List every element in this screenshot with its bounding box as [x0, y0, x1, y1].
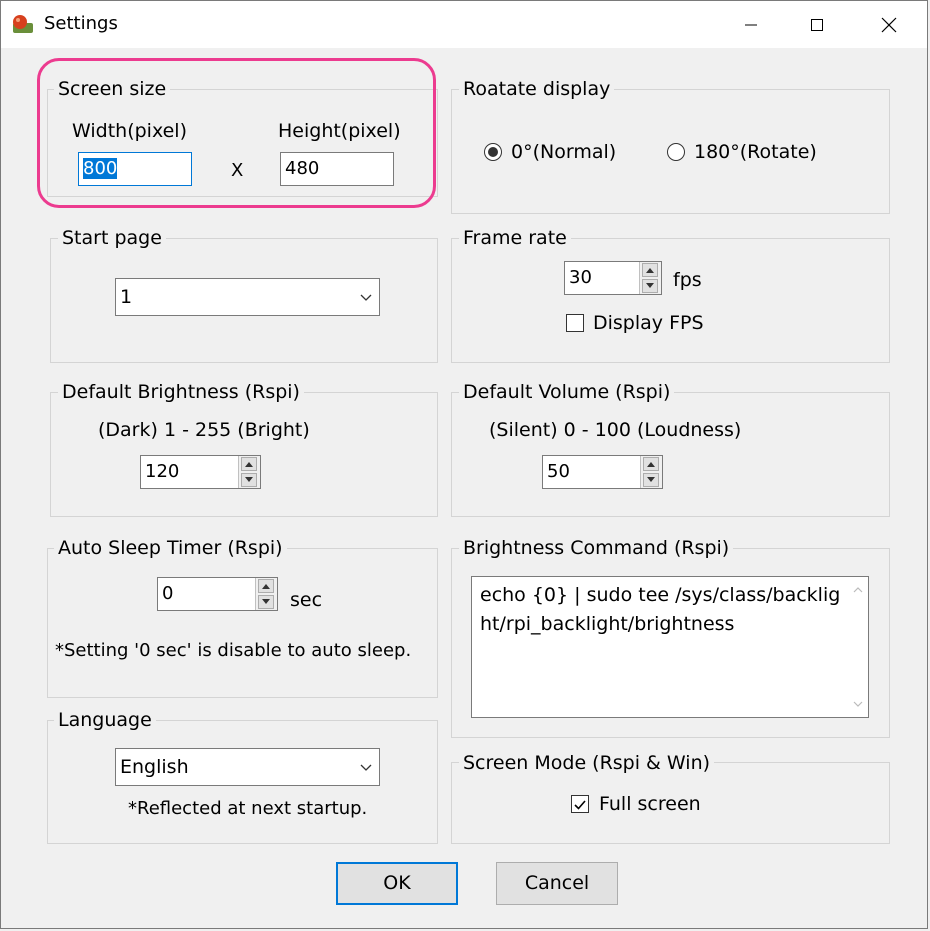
- ok-button[interactable]: OK: [336, 862, 458, 905]
- frame-rate-down-button[interactable]: [642, 278, 658, 293]
- highlight-annotation: [37, 58, 436, 208]
- brightness-up-button[interactable]: [241, 457, 257, 472]
- auto-sleep-down-button[interactable]: [258, 594, 274, 609]
- volume-down-button[interactable]: [643, 472, 659, 487]
- display-fps-label[interactable]: Display FPS: [593, 311, 704, 335]
- close-button[interactable]: [860, 1, 918, 48]
- auto-sleep-input[interactable]: 0: [157, 577, 278, 611]
- volume-range-label: (Silent) 0 - 100 (Loudness): [489, 419, 742, 441]
- minimize-icon: [745, 24, 757, 25]
- brightness-command-legend: Brightness Command (Rspi): [459, 536, 734, 560]
- app-icon: [12, 14, 34, 34]
- arrow-up-icon: [262, 583, 270, 589]
- brightness-value: 120: [145, 461, 180, 482]
- brightness-input[interactable]: 120: [140, 455, 261, 489]
- radio-selected-dot: [488, 147, 498, 157]
- screen-mode-legend: Screen Mode (Rspi & Win): [459, 751, 715, 775]
- start-page-legend: Start page: [58, 226, 166, 250]
- rotate-display-legend: Roatate display: [459, 77, 615, 101]
- rotate-normal-label[interactable]: 0°(Normal): [511, 140, 616, 164]
- auto-sleep-unit: sec: [290, 589, 323, 611]
- scroll-down-icon[interactable]: [853, 701, 863, 707]
- brightness-down-button[interactable]: [241, 472, 257, 487]
- checkmark-icon: [574, 800, 586, 810]
- volume-input[interactable]: 50: [542, 455, 663, 489]
- arrow-down-icon: [262, 599, 270, 605]
- rotate-normal-radio[interactable]: [484, 143, 502, 161]
- close-icon: [881, 17, 897, 32]
- language-select[interactable]: English: [115, 748, 380, 786]
- auto-sleep-legend: Auto Sleep Timer (Rspi): [54, 536, 287, 560]
- auto-sleep-value: 0: [162, 583, 174, 604]
- window-title: Settings: [44, 13, 118, 34]
- frame-rate-spinner: [639, 262, 661, 294]
- frame-rate-group: [451, 238, 890, 363]
- display-fps-checkbox[interactable]: [566, 314, 584, 332]
- frame-rate-input[interactable]: 30: [564, 261, 662, 295]
- frame-rate-up-button[interactable]: [642, 263, 658, 278]
- arrow-up-icon: [245, 461, 253, 467]
- brightness-legend: Default Brightness (Rspi): [58, 380, 304, 404]
- minimize-button[interactable]: [722, 1, 780, 48]
- brightness-range-label: (Dark) 1 - 255 (Bright): [98, 419, 310, 441]
- volume-up-button[interactable]: [643, 457, 659, 472]
- volume-value: 50: [547, 461, 570, 482]
- brightness-spinner: [238, 456, 260, 488]
- brightness-command-textarea[interactable]: echo {0} | sudo tee /sys/class/backlight…: [471, 576, 869, 718]
- language-value: English: [120, 756, 189, 778]
- arrow-down-icon: [646, 283, 654, 289]
- arrow-down-icon: [647, 477, 655, 483]
- arrow-up-icon: [647, 461, 655, 467]
- cancel-button[interactable]: Cancel: [496, 862, 618, 905]
- start-page-select[interactable]: 1: [115, 278, 380, 316]
- auto-sleep-note: *Setting '0 sec' is disable to auto slee…: [55, 640, 412, 661]
- chevron-down-icon: [360, 294, 372, 301]
- maximize-button[interactable]: [788, 1, 846, 48]
- full-screen-label[interactable]: Full screen: [599, 792, 701, 816]
- rotate-180-label[interactable]: 180°(Rotate): [694, 140, 817, 164]
- full-screen-checkbox[interactable]: [571, 795, 589, 813]
- auto-sleep-up-button[interactable]: [258, 579, 274, 594]
- arrow-down-icon: [245, 477, 253, 483]
- frame-rate-unit: fps: [673, 269, 702, 291]
- arrow-up-icon: [646, 267, 654, 273]
- maximize-icon: [811, 18, 823, 31]
- auto-sleep-group: [47, 548, 438, 698]
- volume-group: [451, 392, 890, 517]
- frame-rate-legend: Frame rate: [459, 226, 571, 250]
- rotate-180-radio[interactable]: [667, 143, 685, 161]
- auto-sleep-spinner: [255, 578, 277, 610]
- frame-rate-value: 30: [569, 267, 592, 288]
- brightness-command-value: echo {0} | sudo tee /sys/class/backlight…: [480, 584, 841, 635]
- brightness-command-scrollbar[interactable]: [848, 577, 868, 717]
- start-page-value: 1: [120, 286, 133, 308]
- chevron-down-icon: [360, 764, 372, 771]
- volume-legend: Default Volume (Rspi): [459, 380, 675, 404]
- language-legend: Language: [54, 708, 156, 732]
- language-note: *Reflected at next startup.: [128, 798, 368, 819]
- scroll-up-icon[interactable]: [853, 587, 863, 593]
- volume-spinner: [640, 456, 662, 488]
